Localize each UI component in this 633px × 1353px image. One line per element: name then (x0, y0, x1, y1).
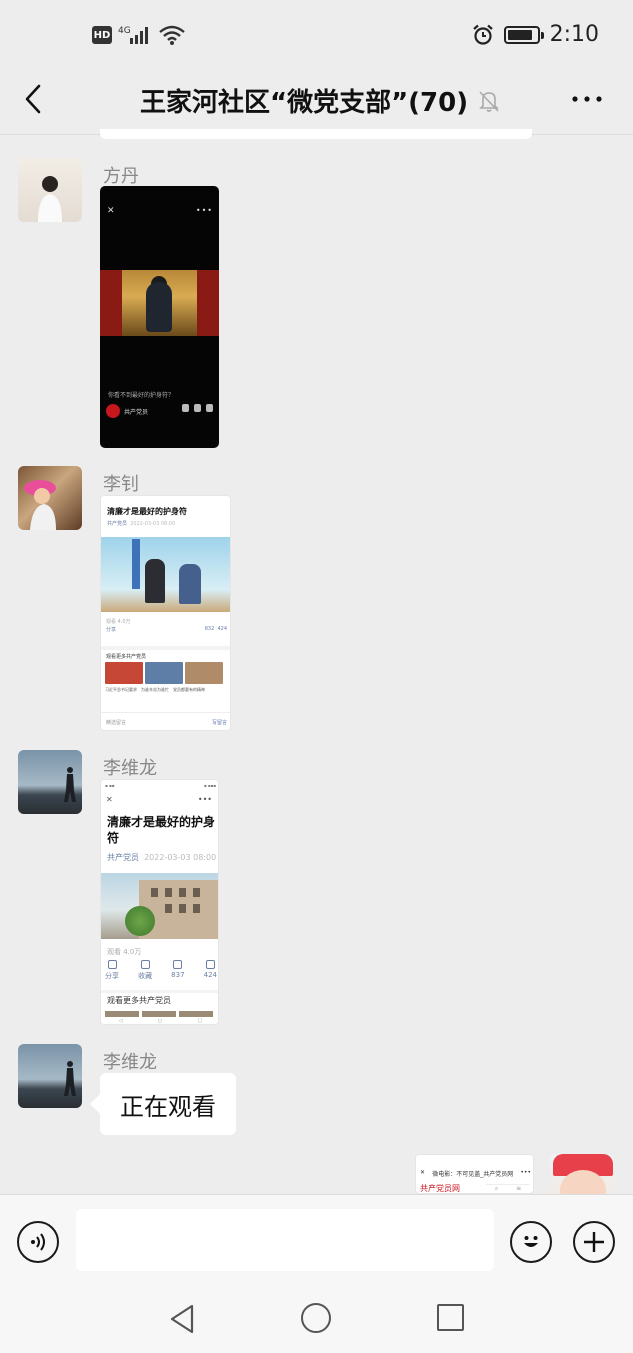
curtain-left (100, 270, 122, 336)
party-logo-icon (106, 404, 120, 418)
star-count: 424 (217, 626, 227, 632)
chevron-left-icon (25, 84, 41, 114)
network-type: 4G (118, 26, 131, 36)
circle-home-icon[interactable] (301, 1303, 331, 1333)
tree-image (125, 906, 155, 936)
cover-banner (132, 539, 140, 589)
article-actions: 分享 832 424 (106, 626, 227, 633)
related-thumbnails (105, 662, 223, 684)
triangle-back-icon[interactable] (168, 1303, 196, 1335)
chat-title: 王家河社区“微党支部”(70) (140, 88, 469, 118)
more-button[interactable] (571, 86, 603, 112)
screenshot-message-card[interactable]: ▪ ▪▪ ▪ ▪▪▪ ✕ ••• 清廉才是最好的护身符 共产党员 2022-03-… (100, 779, 219, 1025)
article-reads: 观看 4.0万 (106, 619, 131, 625)
search-icon: ⌕ ≡ (486, 1184, 530, 1193)
avatar-sender-1[interactable] (18, 158, 82, 222)
bell-off-icon (479, 90, 500, 112)
emoji-button[interactable] (510, 1221, 552, 1263)
cover-figure-1 (145, 559, 165, 603)
avatar-sender-4[interactable] (18, 1044, 82, 1108)
section-divider (101, 990, 218, 993)
screenshot-actions: 分享 收藏 837 424 (105, 960, 217, 981)
more-horizontal-icon: ••• (195, 206, 213, 215)
plus-button[interactable] (573, 1221, 615, 1263)
article-title: 清廉才是最好的护身符 (107, 507, 187, 516)
clock: 2:10 (549, 22, 599, 47)
chat-header: 王家河社区“微党支部”(70) (0, 70, 633, 132)
sender-name: 李维龙 (103, 1052, 157, 1073)
outgoing-article-card[interactable]: ✕ 微电影：不可见盖_共产党员网 ••• 共产党员网 ⌕ ≡ (415, 1154, 534, 1194)
close-icon: ✕ (107, 206, 115, 216)
previous-message-card[interactable] (100, 129, 532, 139)
section-divider (101, 646, 230, 650)
screenshot-nav-bar: ◁ ○ □ (118, 1018, 203, 1024)
voice-button[interactable] (17, 1221, 59, 1263)
battery-icon (503, 25, 544, 44)
screenshot-title: 清廉才是最好的护身符 (107, 815, 216, 845)
emoji-icon (524, 1236, 538, 1247)
screenshot-status-bar: ▪ ▪▪ ▪ ▪▪▪ (105, 783, 216, 788)
avatar-sender-2[interactable] (18, 466, 82, 530)
article-cover-image (101, 537, 230, 612)
outgoing-card-title-row: ✕ 微电影：不可见盖_共产党员网 ••• (420, 1169, 531, 1178)
status-bar: HD 4G 2:10 (0, 0, 633, 70)
video-account-name: 共产党员 (124, 409, 149, 416)
video-message-card[interactable]: ✕ ••• 你看不到最好的护身符？ 共产党员 (100, 186, 219, 448)
input-bar (0, 1194, 633, 1285)
avatar-sender-3[interactable] (18, 750, 82, 814)
avatar-person-image (24, 480, 56, 530)
screenshot-reads: 观看 4.0万 (107, 948, 142, 956)
hd-badge: HD (92, 26, 112, 44)
article-message-card[interactable]: 清廉才是最好的护身符 共产党员 2022-03-03 08:00 观看 4.0万… (100, 495, 231, 731)
video-caption: 你看不到最好的护身符？ (108, 392, 175, 399)
status-right: 2:10 (472, 22, 599, 47)
more-videos-label: 观看更多共产党员 (106, 654, 147, 660)
chat-title-wrap[interactable]: 王家河社区“微党支部”(70) (140, 82, 500, 119)
avatar-person-image (38, 176, 62, 222)
alarm-icon (472, 24, 493, 45)
article-footer: 精选留言 写留言 (101, 712, 230, 730)
sender-name: 李钊 (103, 474, 139, 495)
related-thumbnails (105, 1011, 213, 1017)
outgoing-card-logo: 共产党员网 (420, 1184, 460, 1193)
back-button[interactable] (18, 82, 48, 116)
curtain-right (197, 270, 219, 336)
more-horizontal-icon: ••• (197, 795, 212, 804)
cover-figure-2 (179, 564, 201, 604)
article-meta: 共产党员 2022-03-03 08:00 (107, 521, 176, 527)
close-icon: ✕ (106, 795, 113, 804)
like-count: 832 (204, 626, 215, 632)
favorite-action: 收藏 (138, 960, 152, 981)
share-action: 分享 (105, 960, 119, 981)
related-captions: 习近平总书记要求 为谁辛苦为谁忙 党员都要有的精神 (105, 687, 205, 692)
sender-name: 李维龙 (103, 758, 157, 779)
voice-icon (31, 1233, 45, 1251)
avatar-silhouette-image (64, 767, 76, 802)
like-action: 837 (171, 960, 185, 981)
video-action-icons (182, 404, 213, 412)
more-videos-label: 观看更多共产党员 (107, 996, 171, 1005)
square-recent-icon[interactable] (437, 1304, 464, 1331)
more-horizontal-icon (572, 96, 602, 102)
text-message-bubble[interactable]: 正在观看 (100, 1073, 236, 1135)
wifi-icon (159, 25, 185, 45)
signal-icon: 4G (118, 26, 148, 44)
figure-body (146, 282, 172, 332)
star-action: 424 (204, 960, 217, 981)
sender-name: 方丹 (103, 166, 139, 187)
plus-icon (584, 1232, 604, 1252)
screenshot-meta: 共产党员 2022-03-03 08:00 (107, 853, 217, 862)
avatar-silhouette-image (64, 1061, 76, 1096)
share-label: 分享 (106, 627, 117, 633)
status-left: HD 4G (92, 24, 186, 46)
system-nav-bar (0, 1285, 633, 1353)
message-input[interactable] (76, 1209, 494, 1271)
